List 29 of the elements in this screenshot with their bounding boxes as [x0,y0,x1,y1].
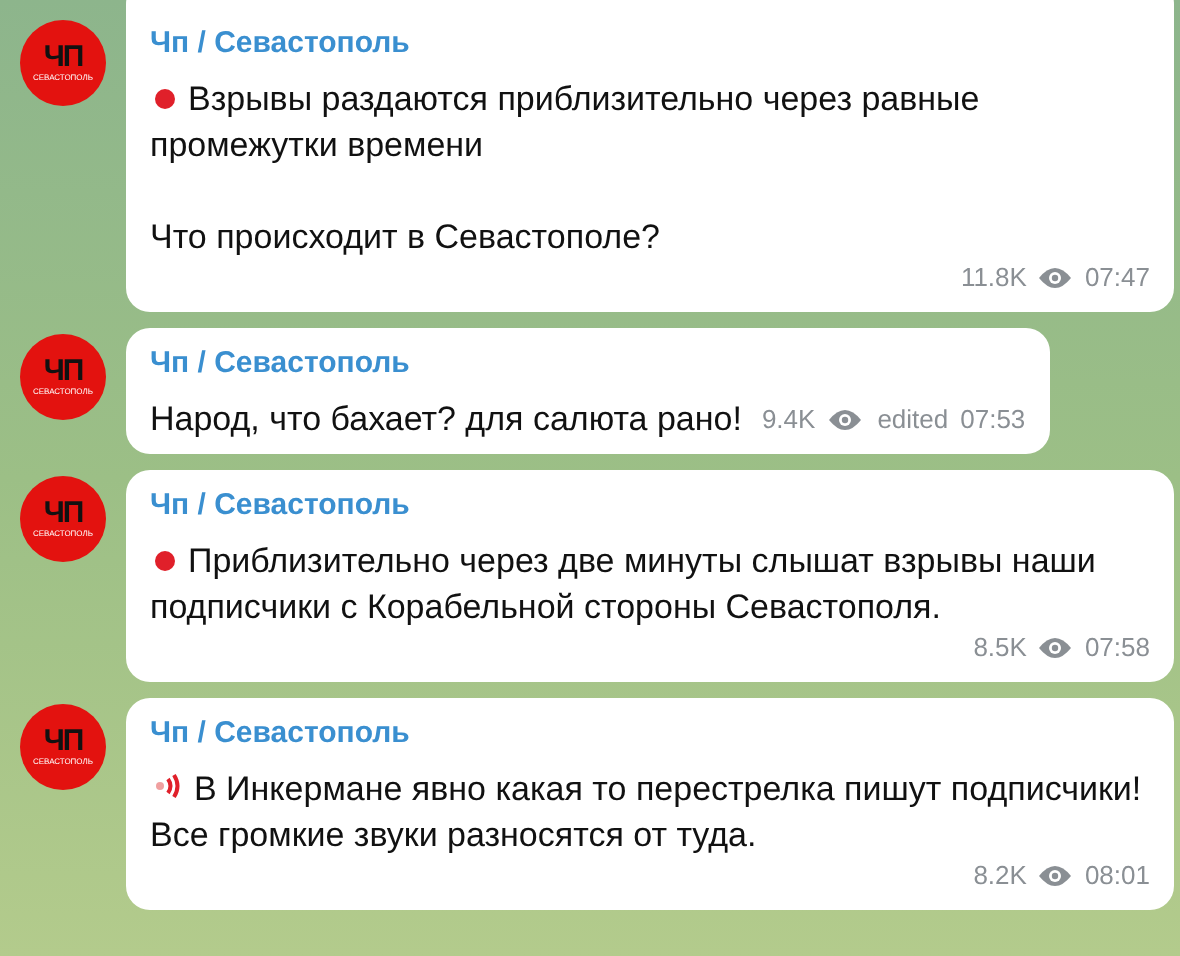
edited-label: edited [877,402,949,438]
view-count: 11.8K [960,260,1027,296]
view-count: 8.5K [973,630,1027,666]
eye-icon [1038,266,1073,290]
status-dot-icon [154,88,176,110]
message-text: Что происходит в Севастополе? [150,216,662,260]
status-dot-icon [154,550,176,572]
author-name[interactable]: Чп / Севастополь [150,24,410,64]
message-time: 07:58 [1084,630,1150,666]
eye-icon [1038,864,1073,888]
author-name[interactable]: Чп / Севастополь [150,486,410,526]
sound-waves-icon [154,772,182,800]
view-count: 8.2K [973,858,1027,894]
message-text: Взрывы раздаются приблизительно через равные промежутки времени [150,78,982,168]
eye-icon [1038,636,1073,660]
avatar-title: ЧП [43,43,83,71]
avatar-title: ЧП [43,357,83,385]
avatar-title: ЧП [43,499,83,527]
avatar-title: ЧП [43,727,83,755]
message-text: Народ, что бахает? для салюта рано! [150,398,742,442]
author-name[interactable]: Чп / Севастополь [150,344,410,384]
message-time: 07:53 [960,402,1026,438]
author-name[interactable]: Чп / Севастополь [150,714,410,754]
view-count: 9.4K [761,402,816,438]
message-time: 08:01 [1084,858,1150,894]
eye-icon [827,408,862,432]
message-text: В Инкермане явно какая то перестрелка пишут подписчики! Все громкие звуки разносятся от туда. [150,768,1144,858]
message-time: 07:47 [1084,260,1150,296]
message-text: Приблизительно через две минуты слышат взрывы наши подписчики с Корабельной стороны Севастополя. [150,540,1098,630]
